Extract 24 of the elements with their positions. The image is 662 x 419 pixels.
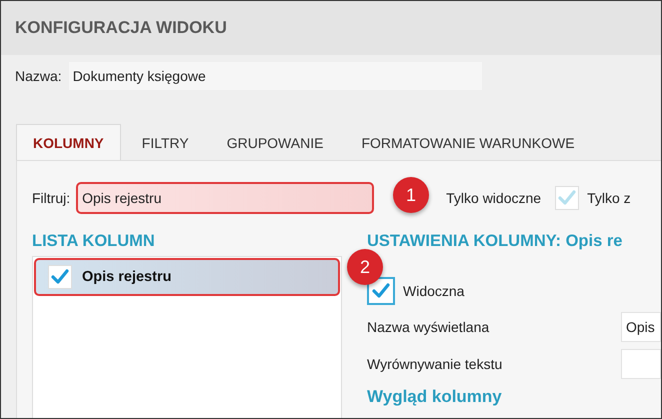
list-item[interactable]: Opis rejestru bbox=[34, 258, 340, 296]
item-label: Opis rejestru bbox=[82, 269, 172, 285]
tab[interactable]: KOLUMNY bbox=[16, 124, 121, 160]
field-label: Nazwa wyświetlana bbox=[367, 319, 490, 335]
callout-badge: 1 bbox=[393, 177, 429, 213]
input-field[interactable] bbox=[621, 349, 661, 379]
name-field[interactable]: Dokumenty księgowe bbox=[68, 62, 482, 90]
tab[interactable]: GRUPOWANIE bbox=[210, 124, 340, 160]
section-title: USTAWIENIA KOLUMNY: Opis re bbox=[367, 232, 624, 252]
checkbox-label: Widoczna bbox=[403, 283, 464, 299]
checkbox[interactable] bbox=[367, 277, 395, 305]
section-title: LISTA KOLUMN bbox=[32, 232, 156, 252]
field-label: Nazwa: bbox=[15, 68, 62, 84]
tab[interactable]: FORMATOWANIE WARUNKOWE bbox=[344, 124, 592, 160]
checkbox-label: Tylko z bbox=[587, 190, 631, 206]
input-field[interactable]: Opis bbox=[621, 312, 661, 342]
callout-badge: 2 bbox=[347, 249, 383, 285]
field-label: Filtruj: bbox=[32, 190, 70, 206]
filter-field[interactable]: Opis rejestru bbox=[76, 182, 374, 214]
checkbox-label: Tylko widoczne bbox=[446, 190, 542, 206]
window-title: KONFIGURACJA WIDOKU bbox=[15, 18, 227, 38]
tab[interactable]: FILTRY bbox=[124, 124, 206, 160]
field-label: Wyrównywanie tekstu bbox=[367, 356, 502, 372]
section-heading: Wygląd kolumny bbox=[367, 387, 503, 407]
